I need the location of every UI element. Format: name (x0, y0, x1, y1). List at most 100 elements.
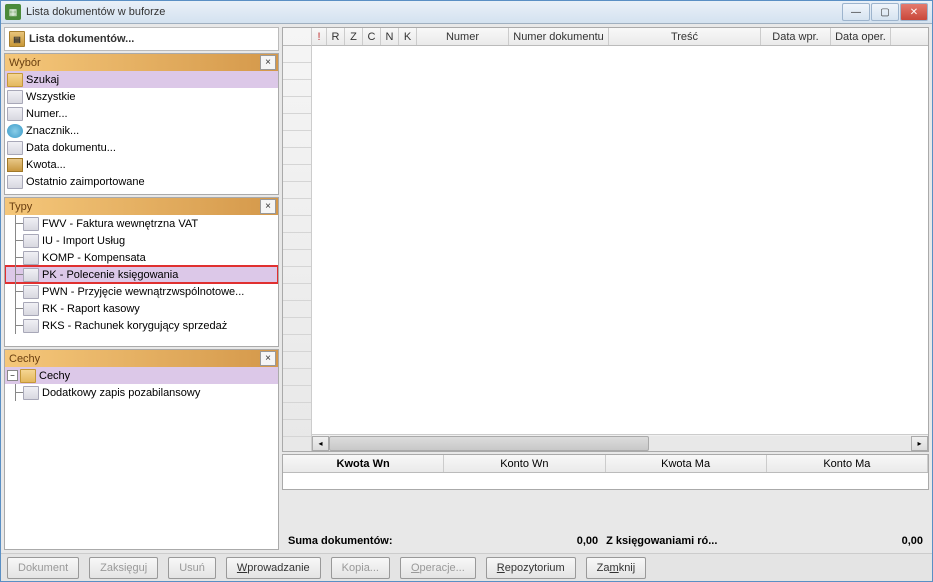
tree-line-icon (7, 384, 23, 401)
row-header-cell (283, 114, 311, 131)
typy-item-label: RK - Raport kasowy (42, 303, 140, 315)
wybor-close-icon[interactable]: × (260, 55, 276, 70)
column-header[interactable]: Treść (609, 28, 761, 45)
row-header-cell (283, 369, 311, 386)
header-icon: ▤ (9, 31, 25, 47)
doc-icon (23, 217, 39, 231)
typy-close-icon[interactable]: × (260, 199, 276, 214)
zamknij-button[interactable]: Zamknij (586, 557, 647, 579)
mark-icon (7, 124, 23, 138)
details-column-header[interactable]: Kwota Ma (606, 455, 767, 472)
details-column-header[interactable]: Konto Ma (767, 455, 928, 472)
row-header-cell (283, 28, 311, 46)
scroll-track[interactable] (329, 436, 911, 451)
wprowadzanie-button[interactable]: Wprowadzanie (226, 557, 321, 579)
column-header[interactable]: Data wpr. (761, 28, 831, 45)
doc-icon (23, 302, 39, 316)
details-column-header[interactable]: Kwota Wn (283, 455, 444, 472)
column-header[interactable]: N (381, 28, 399, 45)
bottom-toolbar: Dokument Zaksięguj Usuń Wprowadzanie Kop… (1, 553, 932, 581)
column-headers: !RZCNKNumerNumer dokumentuTreśćData wpr.… (312, 28, 928, 46)
column-header[interactable]: Numer dokumentu (509, 28, 609, 45)
scroll-left-button[interactable]: ◂ (312, 436, 329, 451)
kwota-icon (7, 158, 23, 172)
typy-item[interactable]: IU - Import Usług (5, 232, 278, 249)
page-header: ▤ Lista dokumentów... (4, 27, 279, 51)
wybor-item[interactable]: Szukaj (5, 71, 278, 88)
column-header[interactable]: R (327, 28, 345, 45)
app-icon: ▦ (5, 4, 21, 20)
wybor-item[interactable]: Kwota... (5, 156, 278, 173)
typy-item-label: PK - Polecenie księgowania (42, 269, 178, 281)
tree-line-icon (7, 317, 23, 334)
typy-header: Typy × (5, 198, 278, 215)
typy-item[interactable]: PK - Polecenie księgowania (5, 266, 278, 283)
close-button[interactable]: ✕ (900, 3, 928, 21)
column-header[interactable]: Numer (417, 28, 509, 45)
operacje-button[interactable]: Operacje... (400, 557, 476, 579)
details-grid: Kwota WnKonto WnKwota MaKonto Ma (282, 454, 929, 490)
zaksieguj-button[interactable]: Zaksięguj (89, 557, 158, 579)
scroll-thumb[interactable] (329, 436, 649, 451)
wybor-item[interactable]: Data dokumentu... (5, 139, 278, 156)
typy-item[interactable]: FWV - Faktura wewnętrzna VAT (5, 215, 278, 232)
wybor-item[interactable]: Ostatnio zaimportowane (5, 173, 278, 190)
wybor-item-label: Numer... (26, 108, 68, 120)
tree-line-icon (7, 300, 23, 317)
typy-item[interactable]: PWN - Przyjęcie wewnątrzwspólnotowe... (5, 283, 278, 300)
summary-value-2: 0,00 (902, 535, 923, 547)
maximize-button[interactable]: ▢ (871, 3, 899, 21)
details-body (283, 473, 928, 489)
doc-icon (7, 107, 23, 121)
cechy-child-item[interactable]: Dodatkowy zapis pozabilansowy (5, 384, 278, 401)
wybor-item[interactable]: Numer... (5, 105, 278, 122)
row-header-cell (283, 267, 311, 284)
typy-item[interactable]: RKS - Rachunek korygujący sprzedaż (5, 317, 278, 334)
grid-body (312, 46, 928, 434)
row-header-cell (283, 165, 311, 182)
cechy-root-item[interactable]: − Cechy (5, 367, 278, 384)
typy-title: Typy (9, 201, 260, 213)
dokument-button[interactable]: Dokument (7, 557, 79, 579)
typy-item[interactable]: KOMP - Kompensata (5, 249, 278, 266)
typy-panel: Typy × FWV - Faktura wewnętrzna VATIU - … (4, 197, 279, 347)
typy-item-label: KOMP - Kompensata (42, 252, 146, 264)
details-column-header[interactable]: Konto Wn (444, 455, 605, 472)
doc-icon (23, 251, 39, 265)
kopia-button[interactable]: Kopia... (331, 557, 390, 579)
typy-item[interactable]: RK - Raport kasowy (5, 300, 278, 317)
row-header-cell (283, 216, 311, 233)
expand-icon[interactable]: − (7, 370, 18, 381)
column-header[interactable]: K (399, 28, 417, 45)
spacer (282, 492, 929, 530)
typy-item-label: RKS - Rachunek korygujący sprzedaż (42, 320, 227, 332)
column-header[interactable]: Data oper. (831, 28, 891, 45)
column-header[interactable]: ! (312, 28, 327, 45)
row-header-cell (283, 301, 311, 318)
usun-button[interactable]: Usuń (168, 557, 216, 579)
row-header-cell (283, 352, 311, 369)
doc-icon (23, 268, 39, 282)
right-panel: !RZCNKNumerNumer dokumentuTreśćData wpr.… (282, 27, 929, 550)
tree-line-icon (7, 232, 23, 249)
row-header-cell (283, 46, 311, 63)
doc-icon (7, 175, 23, 189)
cechy-close-icon[interactable]: × (260, 351, 276, 366)
window-title: Lista dokumentów w buforze (26, 6, 842, 18)
cechy-panel: Cechy × − Cechy Dodatkowy zapis pozabila… (4, 349, 279, 550)
row-header-cell (283, 386, 311, 403)
repozytorium-button[interactable]: Repozytorium (486, 557, 576, 579)
cechy-root-label: Cechy (39, 370, 70, 382)
minimize-button[interactable]: — (842, 3, 870, 21)
doc-icon (23, 319, 39, 333)
wybor-item-label: Kwota... (26, 159, 66, 171)
folder-icon (20, 369, 36, 383)
column-header[interactable]: C (363, 28, 381, 45)
horizontal-scrollbar: ◂ ▸ (312, 434, 928, 451)
wybor-item[interactable]: Znacznik... (5, 122, 278, 139)
wybor-item-label: Ostatnio zaimportowane (26, 176, 145, 188)
doc-icon (7, 90, 23, 104)
wybor-item[interactable]: Wszystkie (5, 88, 278, 105)
scroll-right-button[interactable]: ▸ (911, 436, 928, 451)
column-header[interactable]: Z (345, 28, 363, 45)
